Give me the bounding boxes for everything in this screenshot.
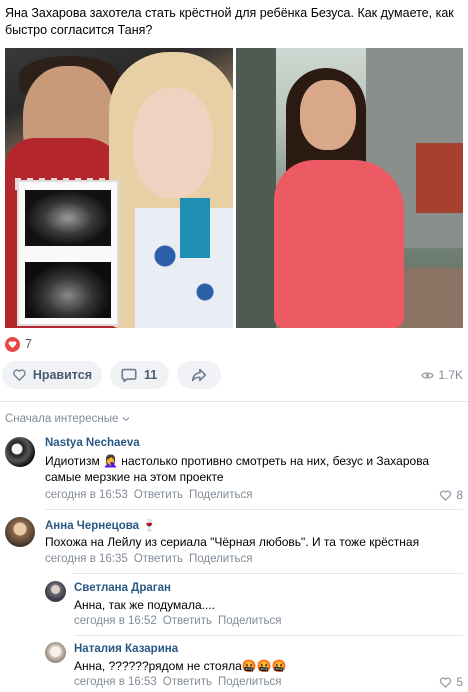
reply-button[interactable]: Ответить [163, 676, 212, 688]
photo-detail [133, 88, 213, 198]
photo-detail [274, 160, 404, 328]
post-photo-right[interactable] [236, 48, 463, 328]
share-comment-button[interactable]: Поделиться [218, 676, 282, 688]
comments-sort-dropdown[interactable]: Сначала интересные [5, 413, 130, 425]
comment-icon [121, 368, 137, 383]
post-text: Яна Захарова захотела стать крёстной для… [5, 6, 454, 37]
heart-icon [5, 336, 20, 352]
comment-time[interactable]: сегодня в 16:52 [74, 615, 157, 627]
like-button-label: Нравится [32, 368, 92, 382]
comment-time[interactable]: сегодня в 16:53 [74, 676, 157, 688]
comments-sort-label: Сначала интересные [5, 413, 119, 425]
likes-summary[interactable]: 7 [5, 336, 32, 352]
comment-likes-count: 5 [456, 675, 463, 689]
reply-button[interactable]: Ответить [163, 615, 212, 627]
comment-text: Похожа на Лейлу из сериала "Чёрная любов… [45, 535, 420, 549]
comment-likes-count: 8 [456, 488, 463, 502]
photo-detail [236, 48, 276, 328]
avatar[interactable] [45, 642, 66, 663]
comments-button[interactable]: 11 [110, 361, 169, 389]
likes-count: 7 [25, 337, 32, 351]
comment-meta: сегодня в 16:53 Ответить Поделиться [45, 489, 252, 501]
avatar[interactable] [5, 517, 35, 547]
heart-outline-icon [440, 490, 452, 501]
share-icon [191, 368, 207, 382]
comments-count: 11 [144, 368, 158, 382]
comment-author[interactable]: Анна Чернецова 🍷 [45, 518, 157, 532]
comment-meta: сегодня в 16:35 Ответить Поделиться [45, 553, 252, 565]
photo-detail [416, 143, 463, 213]
eye-icon [421, 371, 435, 379]
avatar[interactable] [5, 437, 35, 467]
comment-time[interactable]: сегодня в 16:53 [45, 489, 128, 501]
chevron-down-icon [122, 417, 130, 422]
comment-meta: сегодня в 16:52 Ответить Поделиться [74, 615, 281, 627]
comment-text: Анна, ??????рядом не стояла🤬🤬🤬 [74, 659, 287, 673]
views-count: 1.7K [438, 368, 463, 382]
reply-button[interactable]: Ответить [134, 489, 183, 501]
photo-detail [300, 80, 356, 150]
post-actions: Нравится 11 [2, 361, 221, 389]
share-comment-button[interactable]: Поделиться [189, 489, 253, 501]
divider [72, 573, 463, 574]
photo-detail [25, 262, 111, 318]
share-comment-button[interactable]: Поделиться [218, 615, 282, 627]
comment-author[interactable]: Светлана Драган [74, 582, 171, 594]
photo-detail [25, 190, 111, 246]
avatar[interactable] [45, 581, 66, 602]
divider [0, 401, 468, 402]
photo-detail [180, 198, 210, 258]
reply-button[interactable]: Ответить [134, 553, 183, 565]
divider [74, 635, 463, 636]
post-photo-left[interactable] [5, 48, 233, 328]
divider [45, 509, 463, 510]
comment-author[interactable]: Nastya Nechaeva [45, 437, 140, 449]
ultrasound-print [17, 180, 119, 326]
like-button[interactable]: Нравится [2, 361, 102, 389]
comment-like-button[interactable]: 5 [439, 675, 463, 689]
heart-outline-icon [13, 369, 26, 381]
comment-text: Идиотизм 🤦‍♀️ настолько противно смотрет… [45, 454, 430, 484]
comment-meta: сегодня в 16:53 Ответить Поделиться [74, 676, 281, 688]
comment-time[interactable]: сегодня в 16:35 [45, 553, 128, 565]
comment-like-button[interactable]: 8 [439, 488, 463, 502]
heart-outline-icon [440, 677, 452, 688]
share-button[interactable] [177, 361, 221, 389]
views-counter: 1.7K [421, 368, 463, 382]
comment-author[interactable]: Наталия Казарина [74, 643, 178, 655]
comment-text: Анна, так же подумала.... [74, 598, 215, 612]
share-comment-button[interactable]: Поделиться [189, 553, 253, 565]
